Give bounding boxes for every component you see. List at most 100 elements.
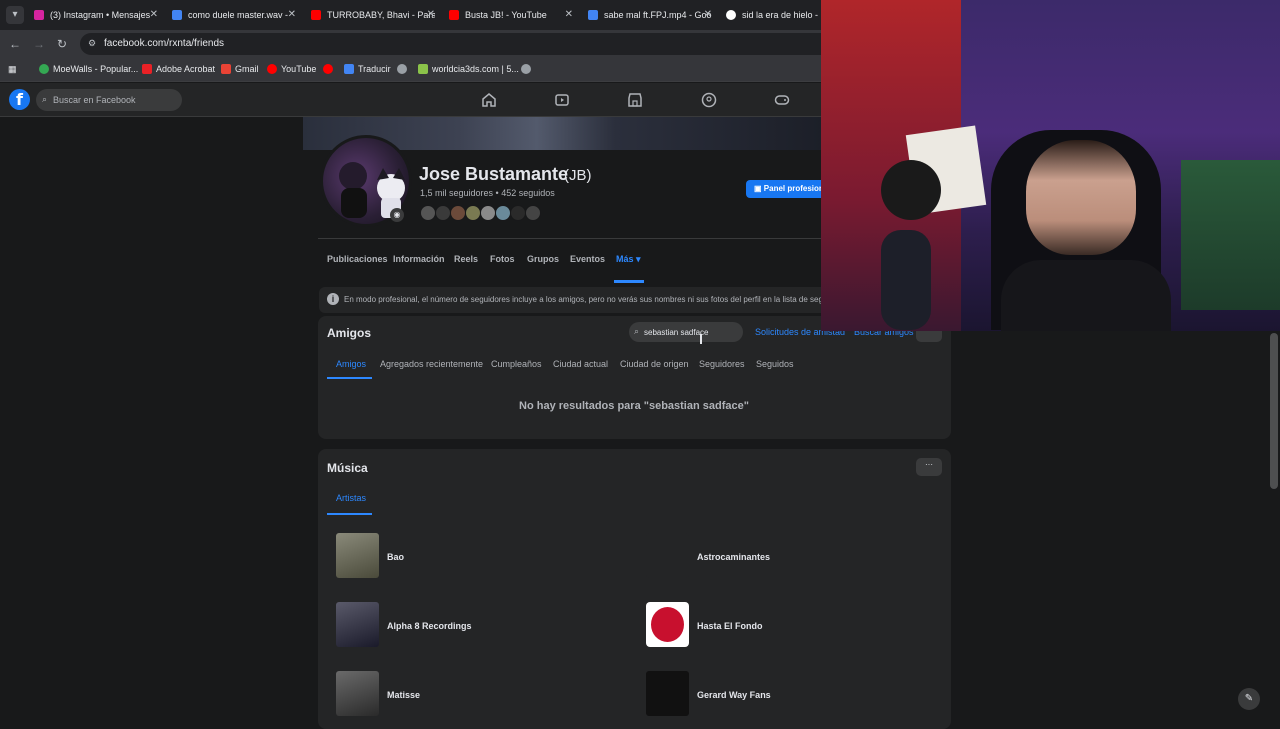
green-shelf	[1181, 160, 1280, 310]
bookmark-moewalls[interactable]: MoeWalls - Popular...	[39, 63, 139, 74]
bookmark-globe[interactable]	[397, 63, 411, 74]
bookmark-acrobat[interactable]: Adobe Acrobat	[142, 63, 215, 74]
back-arrow-icon[interactable]: ←	[8, 37, 22, 51]
tab-mas[interactable]: Más ▾	[616, 254, 641, 265]
friends-tab-recent[interactable]: Agregados recientemente	[380, 359, 483, 369]
artist-thumbnail[interactable]	[646, 533, 689, 578]
artist-name[interactable]: Matisse	[387, 690, 420, 700]
text-cursor	[700, 334, 702, 344]
friends-tab-following[interactable]: Seguidos	[756, 359, 794, 369]
apps-icon[interactable]: ▦	[8, 64, 17, 75]
artist-thumbnail[interactable]	[336, 671, 379, 716]
facebook-logo[interactable]: f	[9, 89, 30, 110]
site-info-icon[interactable]: ⚙	[88, 38, 96, 49]
artist-thumbnail[interactable]	[336, 533, 379, 578]
youtube-icon	[449, 9, 459, 20]
artist-name[interactable]: Astrocaminantes	[697, 552, 770, 562]
bookmark-globe-2[interactable]	[521, 63, 535, 74]
tab-grupos[interactable]: Grupos	[527, 254, 559, 264]
close-icon[interactable]: ✕	[704, 4, 712, 26]
tab-publicaciones[interactable]: Publicaciones	[327, 254, 388, 264]
bookmark-gmail[interactable]: Gmail	[221, 63, 259, 74]
profile-tabs: Publicaciones Información Reels Fotos Gr…	[318, 238, 828, 283]
browser-tab[interactable]: TURROBABY, Bhavi - Para ✕	[311, 4, 435, 26]
friend-avatar[interactable]	[420, 205, 436, 221]
music-more-button[interactable]: ···	[916, 458, 942, 476]
tab-label: como duele master.wav -	[188, 10, 289, 20]
friends-search-input[interactable]	[644, 325, 739, 339]
friend-avatar[interactable]	[510, 205, 526, 221]
webcam-overlay	[821, 0, 1280, 331]
facebook-search-input[interactable]	[53, 93, 173, 107]
close-icon[interactable]: ✕	[150, 4, 158, 26]
bookmark-label: MoeWalls - Popular...	[53, 64, 139, 74]
close-icon[interactable]: ✕	[427, 4, 435, 26]
tab-search-button[interactable]: ▾	[6, 6, 24, 24]
marketplace-icon[interactable]	[627, 92, 643, 108]
active-tab-indicator	[327, 377, 372, 379]
friend-avatar[interactable]	[480, 205, 496, 221]
browser-tab[interactable]: sid la era de hielo - Bu	[726, 4, 826, 26]
professional-dashboard-button[interactable]: ▣ Panel profesional	[746, 180, 826, 198]
bookmark-youtube-2[interactable]	[323, 63, 337, 74]
youtube-icon	[267, 63, 277, 74]
compose-icon[interactable]: ✎	[1238, 688, 1260, 710]
video-icon[interactable]	[554, 92, 570, 108]
page-scrollbar[interactable]	[1270, 333, 1278, 489]
profile-name: Jose Bustamante	[419, 164, 569, 184]
friends-tab-current-city[interactable]: Ciudad actual	[553, 359, 608, 369]
tab-eventos[interactable]: Eventos	[570, 254, 605, 264]
drive-icon	[588, 9, 598, 20]
browser-tab[interactable]: sabe mal ft.FPJ.mp4 - Goo ✕	[588, 4, 712, 26]
artist-thumbnail[interactable]	[646, 671, 689, 716]
tab-label: sabe mal ft.FPJ.mp4 - Goo	[604, 10, 712, 20]
profile-stats[interactable]: 1,5 mil seguidores • 452 seguidos	[420, 188, 555, 198]
notice-text: En modo profesional, el número de seguid…	[344, 295, 824, 304]
groups-icon[interactable]	[701, 92, 717, 108]
tab-reels[interactable]: Reels	[454, 254, 478, 264]
browser-tab[interactable]: como duele master.wav - ✕	[172, 4, 296, 26]
close-icon[interactable]: ✕	[288, 4, 296, 26]
camera-icon[interactable]: ◉	[390, 208, 404, 222]
forward-arrow-icon[interactable]: →	[32, 37, 46, 51]
hasta-el-fondo-logo	[651, 607, 684, 642]
friend-avatar[interactable]	[435, 205, 451, 221]
youtube-icon	[323, 63, 333, 74]
home-icon[interactable]	[481, 92, 497, 108]
friends-tab-birthdays[interactable]: Cumpleaños	[491, 359, 542, 369]
browser-tab[interactable]: Busta JB! - YouTube ✕	[449, 4, 573, 26]
tab-informacion[interactable]: Información	[393, 254, 445, 264]
bookmark-traducir[interactable]: Traducir	[344, 63, 391, 74]
friend-avatar[interactable]	[495, 205, 511, 221]
friends-search[interactable]: ⌕	[629, 322, 743, 342]
friend-avatar[interactable]	[525, 205, 541, 221]
bookmark-youtube[interactable]: YouTube	[267, 63, 316, 74]
friend-avatar[interactable]	[465, 205, 481, 221]
professional-mode-notice: i En modo profesional, el número de segu…	[319, 287, 829, 313]
friends-tab-amigos[interactable]: Amigos	[336, 359, 366, 369]
panel-button-label: Panel profesional	[763, 184, 826, 193]
artist-thumbnail[interactable]	[336, 602, 379, 647]
friend-avatar[interactable]	[450, 205, 466, 221]
friends-tab-hometown[interactable]: Ciudad de origen	[620, 359, 689, 369]
gaming-icon[interactable]	[774, 92, 790, 108]
browser-tab[interactable]: (3) Instagram • Mensajes ✕	[34, 4, 158, 26]
youtube-icon	[311, 9, 321, 20]
artist-thumbnail[interactable]	[646, 602, 689, 647]
moewalls-icon	[39, 63, 49, 74]
friends-tab-followers[interactable]: Seguidores	[699, 359, 745, 369]
friends-title: Amigos	[327, 326, 372, 340]
tab-fotos[interactable]: Fotos	[490, 254, 515, 264]
bookmark-worldcia[interactable]: worldcia3ds.com | 5...	[418, 63, 519, 74]
artist-name[interactable]: Hasta El Fondo	[697, 621, 763, 631]
artist-name[interactable]: Alpha 8 Recordings	[387, 621, 472, 631]
bookmark-label: Traducir	[358, 64, 391, 74]
music-tab-artists[interactable]: Artistas	[336, 493, 366, 503]
reload-icon[interactable]: ↻	[55, 37, 69, 51]
facebook-search[interactable]: ⌕	[36, 89, 182, 111]
artist-name[interactable]: Gerard Way Fans	[697, 690, 771, 700]
tab-label: Busta JB! - YouTube	[465, 10, 547, 20]
globe-icon	[397, 63, 407, 74]
close-icon[interactable]: ✕	[565, 4, 573, 26]
artist-name[interactable]: Bao	[387, 552, 404, 562]
